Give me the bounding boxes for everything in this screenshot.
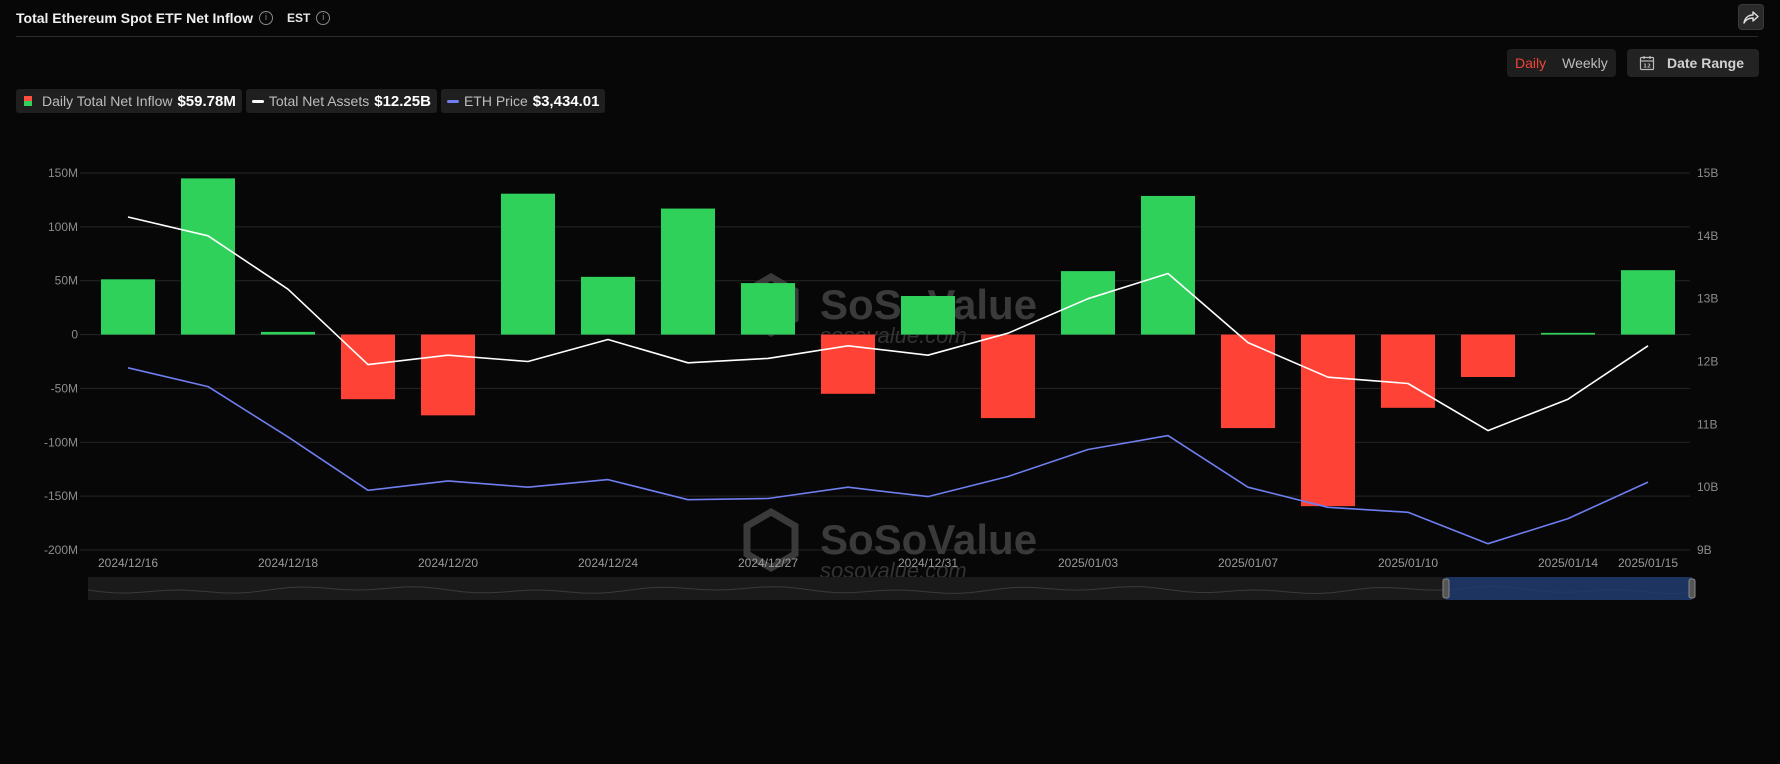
left-axis-tick-label: -200M (44, 543, 78, 557)
right-axis-tick-label: 14B (1697, 229, 1718, 243)
inflow-bar (1141, 195, 1195, 335)
right-axis-tick-label: 10B (1697, 480, 1718, 494)
inflow-chart: SoSoValuesosovalue.comSoSoValuesosovalue… (44, 166, 1718, 600)
inflow-bar (501, 193, 555, 335)
x-axis-tick-label: 2024/12/31 (898, 556, 958, 570)
x-axis-tick-label: 2024/12/16 (98, 556, 158, 570)
left-axis-tick-label: 0 (71, 328, 78, 342)
inflow-bar (101, 279, 155, 335)
x-axis-tick-label: 2025/01/03 (1058, 556, 1118, 570)
inflow-bar (341, 334, 395, 400)
zoom-slider-handle-right (1688, 578, 1696, 599)
inflow-bar (1061, 271, 1115, 335)
inflow-bar (581, 276, 635, 335)
x-axis-tick-label: 2025/01/14 (1538, 556, 1598, 570)
inflow-bar (1541, 332, 1595, 335)
left-axis-tick-label: 150M (48, 166, 78, 180)
inflow-bar (1621, 270, 1675, 335)
right-axis-tick-label: 15B (1697, 166, 1718, 180)
inflow-bar (1301, 334, 1355, 507)
x-axis-tick-label: 2025/01/07 (1218, 556, 1278, 570)
x-axis-tick-label: 2025/01/10 (1378, 556, 1438, 570)
left-axis-tick-label: 100M (48, 220, 78, 234)
right-axis-tick-label: 11B (1697, 417, 1717, 431)
inflow-bar (181, 178, 235, 335)
inflow-bar (741, 283, 795, 335)
left-axis-tick-label: 50M (55, 274, 78, 288)
x-axis-tick-label: 2024/12/18 (258, 556, 318, 570)
inflow-bar (981, 334, 1035, 419)
inflow-bar (261, 331, 315, 335)
left-axis-tick-label: -100M (44, 435, 78, 449)
x-axis-tick-label: 2024/12/24 (578, 556, 638, 570)
left-axis-tick-label: -50M (51, 381, 78, 395)
inflow-bar (661, 208, 715, 335)
left-axis-tick-label: -150M (44, 489, 78, 503)
right-axis-tick-label: 13B (1697, 292, 1718, 306)
x-axis-tick-label: 2024/12/20 (418, 556, 478, 570)
right-axis-tick-label: 9B (1697, 543, 1712, 557)
inflow-bar (901, 296, 955, 335)
inflow-bar (421, 334, 475, 416)
inflow-bar (1461, 334, 1515, 378)
zoom-slider-handle-left (1442, 578, 1450, 599)
x-axis-tick-label: 2024/12/27 (738, 556, 798, 570)
inflow-bar (1221, 334, 1275, 429)
inflow-bar (821, 334, 875, 394)
x-axis-tick-label: 2025/01/15 (1618, 556, 1678, 570)
right-axis-tick-label: 12B (1697, 355, 1718, 369)
zoom-slider-selection (1446, 577, 1692, 600)
inflow-bar (1381, 334, 1435, 408)
